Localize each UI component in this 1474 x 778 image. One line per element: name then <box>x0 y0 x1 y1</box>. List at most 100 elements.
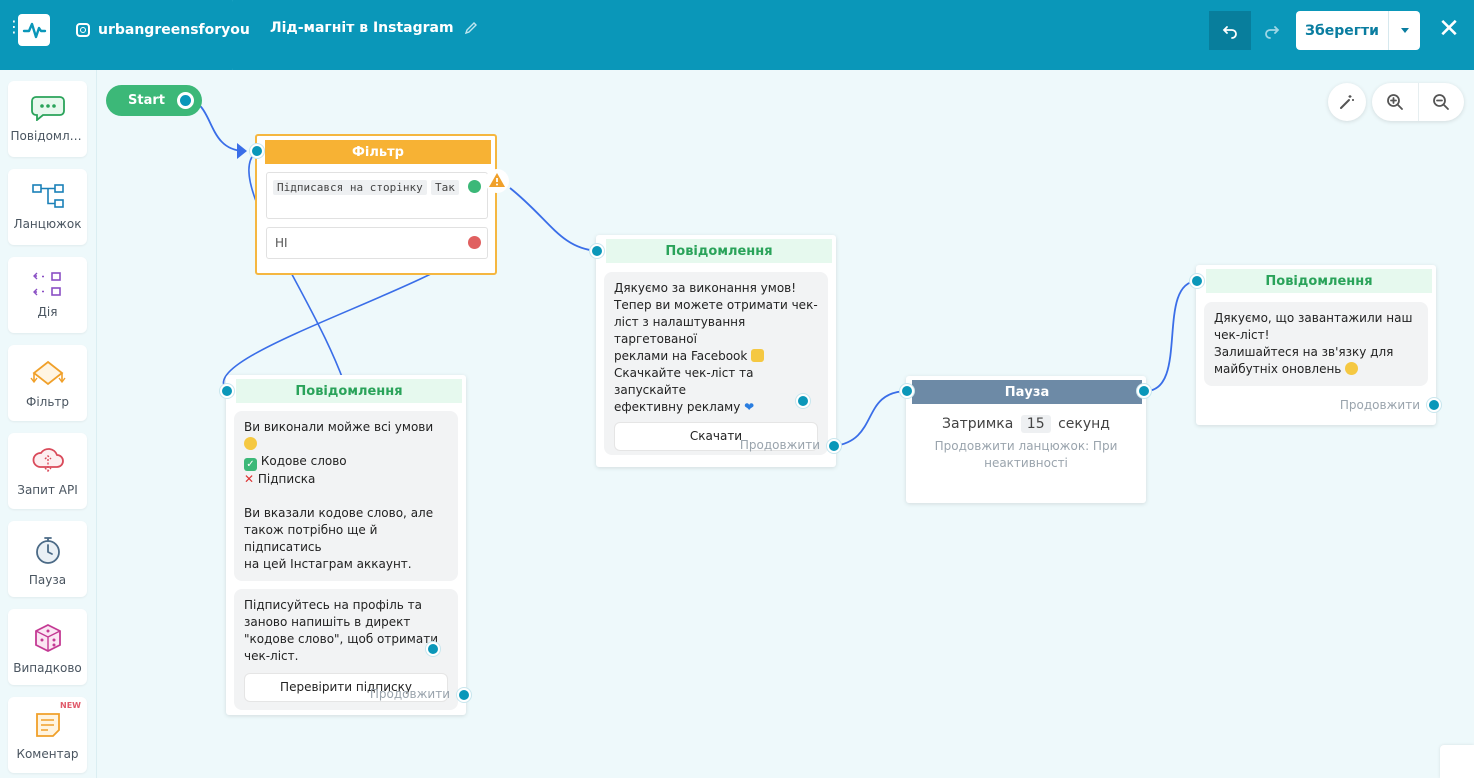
tool-label: Пауза <box>28 573 67 587</box>
continue-label: Продовжити <box>369 687 450 701</box>
pause-output-port[interactable] <box>1137 384 1151 398</box>
tool-chain[interactable]: Ланцюжок <box>8 169 87 245</box>
filter-input-port[interactable] <box>250 144 264 158</box>
zoom-out-icon <box>1433 94 1450 110</box>
no-port[interactable] <box>468 236 481 249</box>
new-badge: NEW <box>60 701 81 710</box>
start-node[interactable]: Start <box>106 85 202 116</box>
wire-arrow-icon <box>237 143 247 159</box>
side-panel-tab[interactable] <box>1440 745 1474 778</box>
app-logo-icon[interactable] <box>18 14 50 46</box>
download-button-port[interactable] <box>796 394 810 408</box>
message2-input-port[interactable] <box>220 384 234 398</box>
save-button[interactable]: Зберегти <box>1296 11 1388 50</box>
magic-wand-icon <box>1340 95 1354 109</box>
clapping-hands-icon <box>751 349 765 362</box>
message-node-2[interactable]: Повідомлення Ви виконали мойже всі умови… <box>226 375 466 715</box>
pause-input-port[interactable] <box>900 384 914 398</box>
pencil-icon[interactable] <box>464 21 478 35</box>
condition-yes-port[interactable] <box>468 180 481 193</box>
message-line: Ви виконали мойже всі умови <box>244 420 434 434</box>
menu-dots-icon[interactable]: ⋮ <box>6 19 22 45</box>
delay-unit: секунд <box>1058 416 1110 432</box>
message-title: Повідомлення <box>1206 269 1432 293</box>
message-line: "кодове слово", щоб отримати <box>244 632 438 646</box>
check-subscription-port[interactable] <box>426 642 440 656</box>
api-cloud-icon <box>32 448 64 472</box>
tool-label: Запит API <box>17 483 78 497</box>
message1-input-port[interactable] <box>590 244 604 258</box>
pause-title: Пауза <box>912 380 1142 404</box>
save-button-group: Зберегти <box>1296 11 1420 50</box>
message1-continue-port[interactable] <box>827 439 841 453</box>
message-line: ефективну рекламу <box>614 400 741 414</box>
instagram-icon <box>76 23 90 37</box>
pause-note-line: неактивності <box>984 456 1068 470</box>
wire-pause-msg <box>1144 280 1198 392</box>
message-line: також потрібно ще й підписатись <box>244 523 378 554</box>
filter-no-branch[interactable]: НІ <box>266 227 488 259</box>
tool-label: Ланцюжок <box>13 217 82 231</box>
auto-arrange-button[interactable] <box>1328 83 1366 121</box>
comment-note-icon <box>35 713 60 737</box>
tool-label: Повідомлення <box>10 129 85 143</box>
message-title: Повідомлення <box>606 239 832 263</box>
filter-condition[interactable]: Підписався на сторінку Так <box>266 172 488 219</box>
message-line: Ви вказали кодове слово, але <box>244 506 434 520</box>
zoom-in-button[interactable] <box>1372 83 1419 121</box>
flow-title-text: Лід-магніт в Instagram <box>270 20 454 36</box>
message-line: ліст з налаштування таргетованої <box>614 315 746 346</box>
zoom-out-button[interactable] <box>1419 83 1465 121</box>
delay-value[interactable]: 15 <box>1020 415 1051 433</box>
tool-comment[interactable]: NEW Коментар <box>8 697 87 773</box>
tool-action[interactable]: Дія <box>8 257 87 333</box>
message-bubble: Ви виконали мойже всі умови ✓ Кодове сло… <box>234 411 458 581</box>
save-dropdown-button[interactable] <box>1388 11 1420 50</box>
wire-msg-pause <box>833 390 908 447</box>
start-output-port[interactable] <box>177 92 194 109</box>
hugging-face-icon <box>1345 362 1359 375</box>
pause-delay: Затримка 15 секунд <box>906 415 1146 433</box>
tool-label: Дія <box>37 305 58 319</box>
account-name: urbangreensforyou <box>98 22 250 38</box>
pause-node[interactable]: Пауза Затримка 15 секунд Продовжити ланц… <box>906 376 1146 503</box>
breadcrumb-separator <box>232 0 233 70</box>
no-label: НІ <box>275 236 288 250</box>
message3-continue-port[interactable] <box>1427 398 1441 412</box>
message-node-3[interactable]: Повідомлення Дякуємо, що завантажили наш… <box>1196 265 1436 425</box>
redo-button[interactable] <box>1251 11 1293 50</box>
tool-filter[interactable]: Фільтр <box>8 345 87 421</box>
tool-random[interactable]: Випадково <box>8 609 87 685</box>
redo-icon <box>1265 25 1280 39</box>
filter-node[interactable]: Фільтр Підписався на сторінку Так НІ <box>255 134 497 275</box>
pause-note: Продовжити ланцюжок: При неактивності <box>906 438 1146 472</box>
message2-continue-port[interactable] <box>457 688 471 702</box>
warning-icon[interactable] <box>484 168 510 194</box>
zoom-in-icon <box>1386 94 1403 110</box>
tool-label: Коментар <box>16 747 79 761</box>
message-line: на цей Інстаграм аккаунт. <box>244 557 412 571</box>
tool-api-request[interactable]: Запит API <box>8 433 87 509</box>
tool-pause[interactable]: Пауза <box>8 521 87 597</box>
message-line: Підписуйтесь на профіль та <box>244 598 422 612</box>
account-link[interactable]: urbangreensforyou <box>76 20 250 40</box>
tool-message[interactable]: Повідомлення <box>8 81 87 157</box>
flow-title[interactable]: Лід-магніт в Instagram <box>270 20 478 36</box>
zoom-controls <box>1372 83 1464 121</box>
pause-note-line: Продовжити ланцюжок: При <box>934 439 1118 453</box>
message-line: Тепер ви можете отримати чек- <box>614 298 818 312</box>
message-line: Скачкайте чек-ліст та запускайте <box>614 366 754 397</box>
filter-title: Фільтр <box>265 140 491 164</box>
undo-button[interactable] <box>1209 11 1251 50</box>
dice-icon <box>34 623 61 653</box>
download-button-label: Скачати <box>689 429 743 443</box>
message-line: Кодове слово <box>260 454 347 468</box>
action-icon <box>32 272 61 296</box>
message3-input-port[interactable] <box>1190 274 1204 288</box>
message-line <box>244 488 448 505</box>
condition-tag: Підписався на сторінку <box>273 180 427 195</box>
message-node-1[interactable]: Повідомлення Дякуємо за виконання умов! … <box>596 235 836 467</box>
close-icon[interactable]: ✕ <box>1434 14 1464 44</box>
cross-mark-icon: ✕ <box>244 472 255 486</box>
tool-label: Фільтр <box>25 395 69 409</box>
